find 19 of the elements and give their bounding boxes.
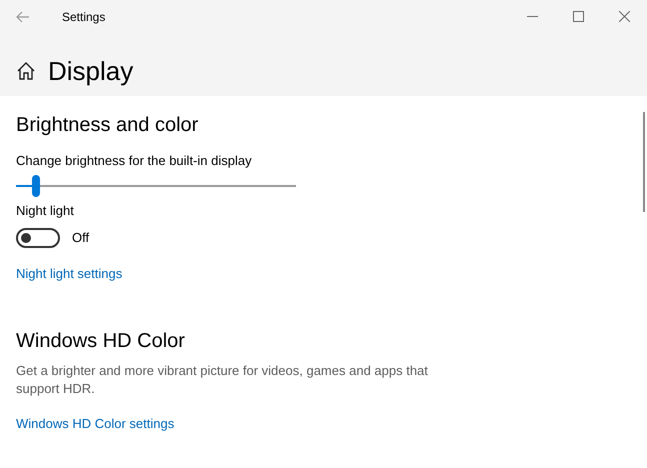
page-title: Display: [48, 55, 134, 87]
scrollbar[interactable]: [643, 112, 645, 212]
settings-link[interactable]: Night light settings: [16, 264, 122, 284]
minimize-icon: [526, 16, 538, 17]
section-heading: Brightness and color: [16, 113, 200, 138]
home-icon[interactable]: [16, 62, 36, 80]
description-text: Get a brighter and more vibrant picture for videos, games and apps that support HDR.: [16, 362, 429, 398]
back-arrow-icon: [16, 10, 30, 22]
settings-link[interactable]: Windows HD Color settings: [16, 414, 174, 433]
section-heading: Windows HD Color: [16, 328, 186, 354]
toggle-switch[interactable]: [16, 228, 60, 248]
close-icon: [618, 11, 630, 22]
toggle-state: Off: [72, 229, 90, 248]
toggle-label: Night light: [16, 202, 75, 220]
window-title: Settings: [62, 8, 106, 26]
slider-thumb[interactable]: [32, 175, 40, 197]
maximize-icon: [572, 11, 584, 22]
brightness-slider[interactable]: [16, 174, 296, 198]
slider-label: Change brightness for the built-in display: [16, 152, 253, 170]
